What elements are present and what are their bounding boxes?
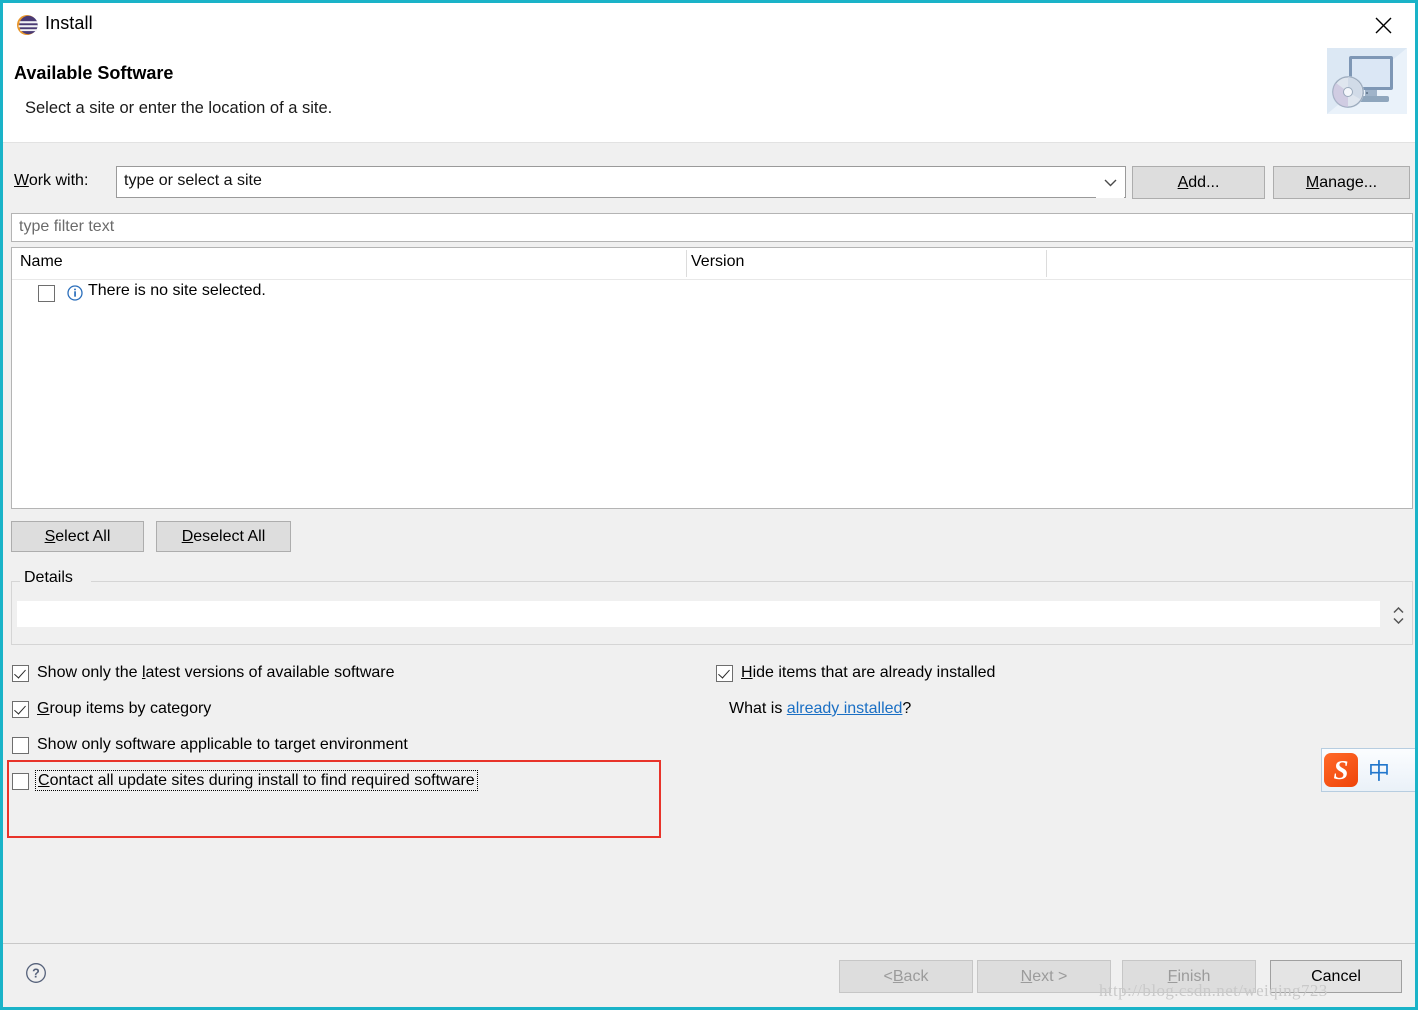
details-text-area[interactable] [17, 601, 1380, 627]
hide-installed-label: Hide items that are already installed [741, 664, 996, 681]
combo-dropdown-button[interactable] [1096, 168, 1124, 198]
dialog-header: Available Software Select a site or ente… [3, 47, 1415, 143]
show-latest-versions-label: Show only the latest versions of availab… [37, 664, 395, 681]
add-button[interactable]: Add... [1132, 166, 1265, 199]
close-icon [1375, 17, 1391, 33]
add-button-label: dd... [1188, 173, 1220, 191]
available-software-table[interactable]: Name Version There is no site selected. [11, 247, 1413, 509]
work-with-label: Work with: [14, 172, 88, 190]
add-button-mnemonic: A [1177, 173, 1189, 191]
page-title: Available Software [14, 63, 174, 83]
what-is-suffix: ? [902, 700, 912, 717]
work-with-value: type or select a site [124, 172, 262, 189]
hide-installed-checkbox[interactable] [716, 664, 733, 682]
monitor-with-cd-icon [1327, 48, 1407, 114]
install-dialog: Install Available Software Select a site… [0, 0, 1418, 1010]
details-legend: Details [20, 569, 77, 587]
select-all-mnemonic: S [44, 527, 56, 545]
manage-button-mnemonic: M [1305, 173, 1320, 191]
sogou-logo-icon[interactable]: S [1324, 753, 1358, 787]
table-header: Name Version [12, 248, 1412, 280]
checkbox-show-latest-versions[interactable]: Show only the latest versions of availab… [12, 664, 395, 682]
svg-text:?: ? [32, 967, 40, 981]
deselect-all-mnemonic: D [181, 527, 194, 545]
work-with-mnemonic: W [14, 172, 29, 189]
watermark: http://blog.csdn.net/weiqing723 [1099, 981, 1328, 1000]
checkbox-group-items-by-category[interactable]: Group items by category [12, 700, 211, 718]
row-checkbox[interactable] [38, 285, 55, 302]
select-all-label: elect All [55, 527, 111, 545]
next-button[interactable]: Next > [977, 960, 1111, 993]
close-button[interactable] [1355, 3, 1411, 47]
page-subtitle: Select a site or enter the location of a… [25, 99, 333, 117]
title-bar: Install [3, 3, 1415, 47]
details-scroll-spinner[interactable] [1389, 600, 1407, 630]
target-environment-label: Show only software applicable to target … [37, 736, 408, 753]
question-circle-icon[interactable]: ? [25, 962, 47, 984]
row-name-cell: There is no site selected. [88, 282, 266, 299]
chevron-up-icon [1392, 606, 1404, 613]
filter-placeholder: type filter text [19, 218, 115, 235]
contact-all-sites-label: Contact all update sites during install … [35, 770, 478, 791]
target-environment-checkbox[interactable] [12, 736, 29, 754]
deselect-all-label: eselect All [193, 527, 266, 545]
what-is-prefix: What is [729, 700, 787, 717]
checkbox-hide-installed-items[interactable]: Hide items that are already installed [716, 664, 995, 682]
sogou-ime-toolbar[interactable]: S 中 [1321, 748, 1415, 792]
ime-mode-indicator[interactable]: 中 [1368, 754, 1390, 786]
work-with-label-rest: ork with: [28, 172, 89, 189]
group-items-checkbox[interactable] [12, 700, 29, 718]
eclipse-sphere-icon [17, 15, 38, 35]
info-circle-icon [67, 285, 83, 301]
manage-button-label: anage... [1319, 173, 1378, 191]
deselect-all-button[interactable]: Deselect All [156, 521, 291, 552]
what-is-already-installed: What is already installed? [729, 700, 911, 718]
contact-all-sites-checkbox[interactable] [12, 772, 29, 790]
already-installed-link[interactable]: already installed [787, 700, 903, 717]
column-header-name[interactable]: Name [20, 253, 63, 271]
filter-input[interactable]: type filter text [11, 213, 1413, 242]
chevron-down-icon [1392, 617, 1404, 624]
work-with-combo[interactable]: type or select a site [116, 166, 1126, 198]
select-all-button[interactable]: Select All [11, 521, 144, 552]
window-title: Install [45, 13, 93, 33]
column-divider-2[interactable] [1046, 250, 1047, 277]
column-header-version[interactable]: Version [691, 253, 744, 271]
column-divider-1[interactable] [686, 250, 687, 277]
back-button[interactable]: < Back [839, 960, 973, 993]
show-latest-versions-checkbox[interactable] [12, 664, 29, 682]
group-items-label: Group items by category [37, 700, 212, 717]
checkbox-contact-all-update-sites[interactable]: Contact all update sites during install … [12, 770, 478, 791]
checkbox-target-environment[interactable]: Show only software applicable to target … [12, 736, 408, 754]
chevron-down-icon [1104, 179, 1116, 187]
manage-button[interactable]: Manage... [1273, 166, 1410, 199]
table-row[interactable]: There is no site selected. [12, 281, 1412, 309]
